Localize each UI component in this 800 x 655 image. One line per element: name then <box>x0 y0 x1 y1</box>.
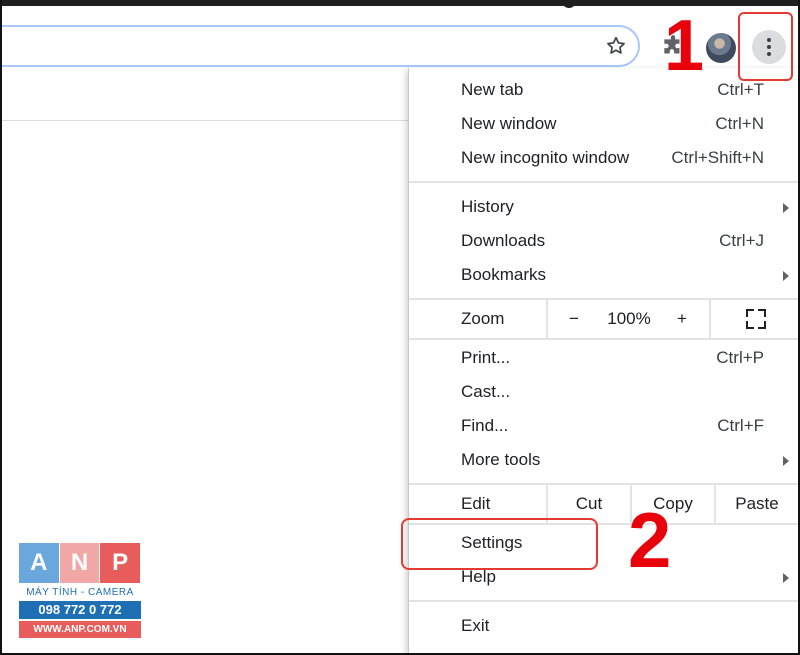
menu-item-label: History <box>461 197 514 216</box>
menu-item-label: Exit <box>461 616 490 635</box>
profile-avatar[interactable] <box>706 33 736 63</box>
menu-item-label: Print... <box>461 348 511 367</box>
menu-item-label: New window <box>461 114 557 133</box>
anp-logo: A N P MÁY TÍNH - CAMERA 098 772 0 772 WW… <box>19 543 141 640</box>
menu-separator <box>409 338 800 340</box>
menu-item-label: New tab <box>461 80 524 99</box>
zoom-out-button[interactable]: − <box>559 300 589 338</box>
submenu-arrow-icon <box>783 456 789 466</box>
logo-website: WWW.ANP.COM.VN <box>19 621 141 638</box>
submenu-arrow-icon <box>783 271 789 281</box>
logo-letters: A N P <box>19 543 141 583</box>
zoom-label: Zoom <box>461 309 505 328</box>
zoom-row: Zoom − 100% + <box>409 300 800 338</box>
zoom-divider <box>546 300 548 338</box>
zoom-in-button[interactable]: + <box>667 300 697 338</box>
zoom-level: 100% <box>607 309 651 328</box>
submenu-arrow-icon <box>783 203 789 213</box>
menu-item-label: Help <box>461 567 496 586</box>
logo-letter: P <box>100 543 141 583</box>
menu-item-shortcut: Ctrl+T <box>717 80 764 99</box>
menu-separator <box>409 181 800 183</box>
page-divider <box>0 120 408 121</box>
fullscreen-button[interactable] <box>711 300 800 338</box>
menu-item-label: Cast... <box>461 382 511 401</box>
menu-item-find[interactable]: Find... Ctrl+F <box>409 410 800 444</box>
menu-item-label: More tools <box>461 450 541 469</box>
menu-item-downloads[interactable]: Downloads Ctrl+J <box>409 225 800 259</box>
menu-item-new-window[interactable]: New window Ctrl+N <box>409 108 800 142</box>
menu-item-label: Bookmarks <box>461 265 547 284</box>
menu-item-shortcut: Ctrl+P <box>716 348 764 367</box>
menu-item-label: Downloads <box>461 231 546 250</box>
menu-item-shortcut: Ctrl+F <box>717 416 764 435</box>
logo-subtitle: MÁY TÍNH - CAMERA <box>26 587 134 598</box>
submenu-arrow-icon <box>783 573 789 583</box>
menu-item-shortcut: Ctrl+N <box>715 114 764 133</box>
highlight-menu-button <box>738 12 793 81</box>
menu-item-more-tools[interactable]: More tools <box>409 444 800 478</box>
tab-strip-dot <box>562 0 576 8</box>
step-2-label: 2 <box>628 496 672 584</box>
menu-item-label: Find... <box>461 416 509 435</box>
menu-item-print[interactable]: Print... Ctrl+P <box>409 342 800 376</box>
menu-item-exit[interactable]: Exit <box>409 610 800 644</box>
logo-phone: 098 772 0 772 <box>19 601 141 619</box>
menu-item-shortcut: Ctrl+Shift+N <box>671 148 764 167</box>
address-bar[interactable] <box>0 25 640 67</box>
logo-letter: N <box>59 543 100 583</box>
menu-separator <box>409 600 800 602</box>
menu-item-shortcut: Ctrl+J <box>719 231 764 250</box>
menu-item-cast[interactable]: Cast... <box>409 376 800 410</box>
logo-letter: A <box>19 543 59 583</box>
fullscreen-icon <box>746 309 766 329</box>
menu-item-new-incognito-window[interactable]: New incognito window Ctrl+Shift+N <box>409 142 800 176</box>
highlight-settings <box>401 518 598 570</box>
menu-item-bookmarks[interactable]: Bookmarks <box>409 259 800 293</box>
star-icon[interactable] <box>602 32 630 60</box>
menu-item-label: New incognito window <box>461 148 630 167</box>
paste-button[interactable]: Paste <box>716 485 798 523</box>
menu-item-history[interactable]: History <box>409 191 800 225</box>
step-1-label: 1 <box>664 6 705 86</box>
